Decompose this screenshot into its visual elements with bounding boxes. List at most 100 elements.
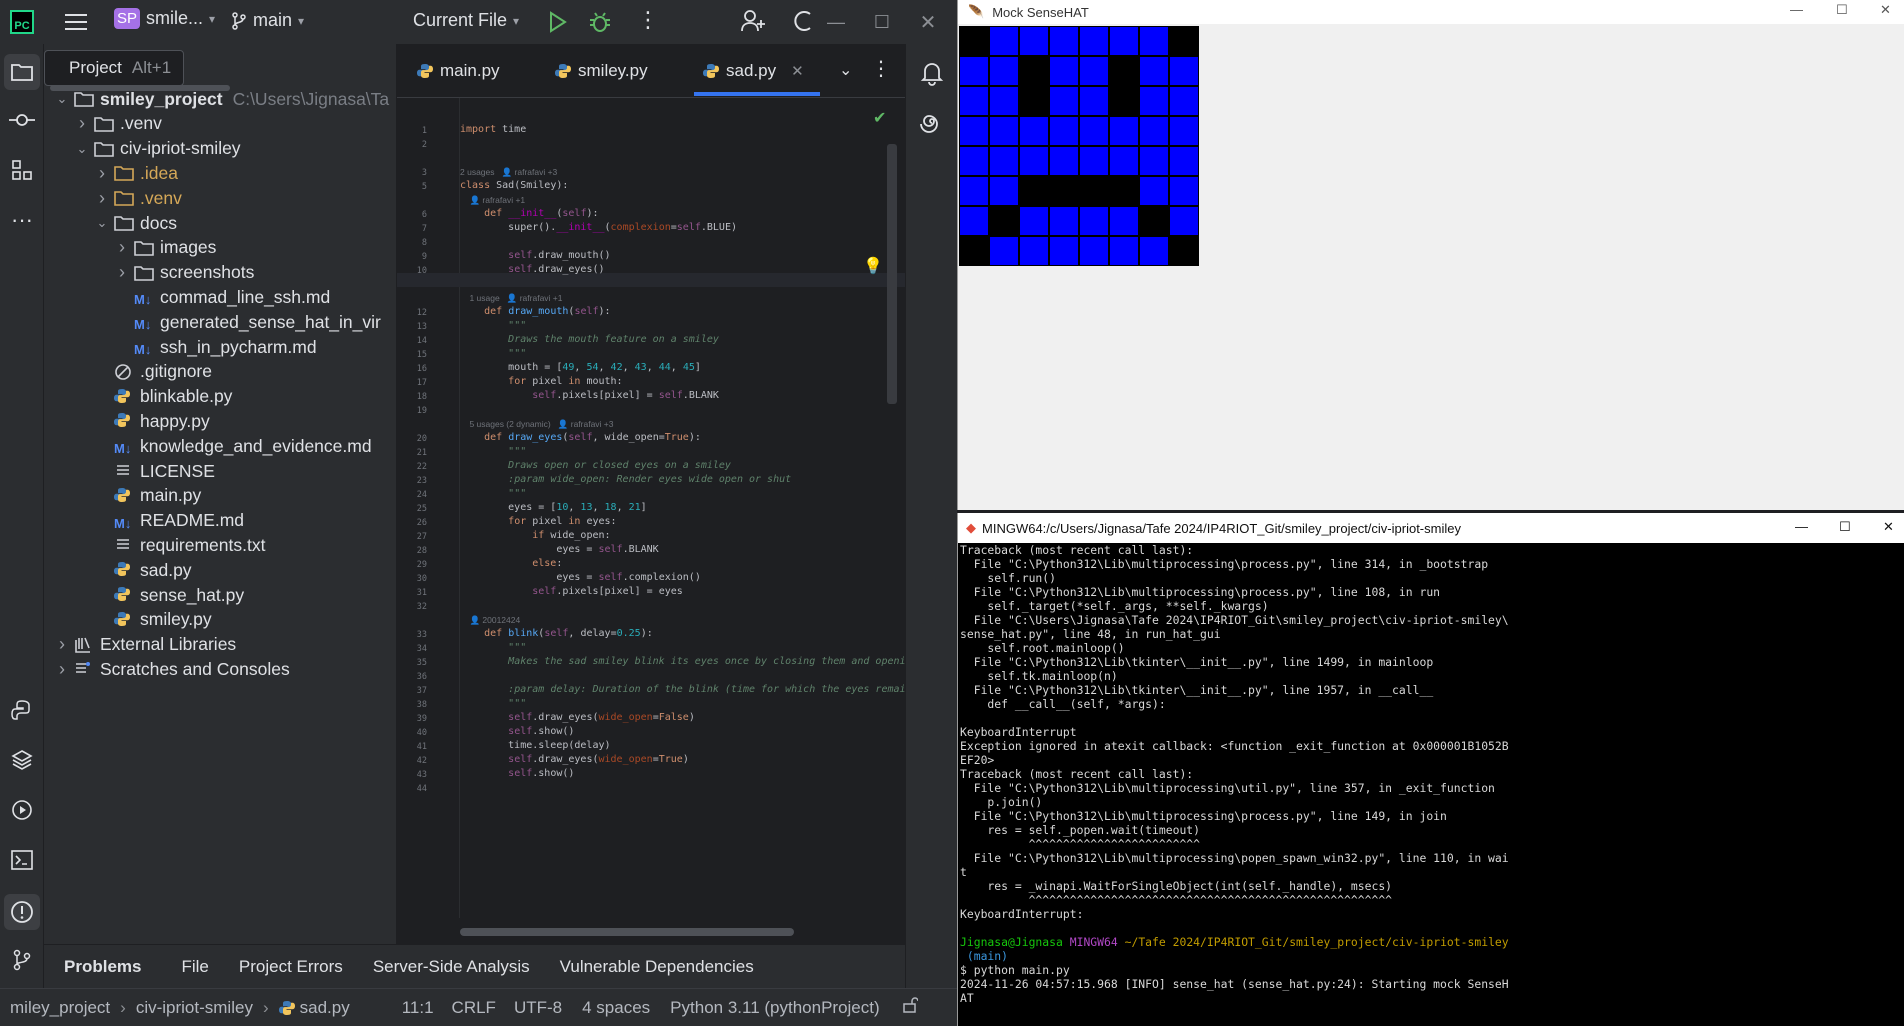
run-config-selector[interactable]: Current File ▾ bbox=[413, 10, 519, 31]
breadcrumb-file[interactable]: sad.py bbox=[300, 998, 350, 1018]
code-line: :param delay: Duration of the blink (tim… bbox=[508, 684, 905, 695]
tab-main-py[interactable]: main.py bbox=[417, 54, 500, 88]
led-pixel bbox=[1109, 86, 1139, 116]
add-user-icon[interactable] bbox=[740, 8, 766, 34]
maximize-button[interactable]: ☐ bbox=[1836, 2, 1848, 18]
tab-list-chevron-icon[interactable]: ⌄ bbox=[839, 60, 852, 80]
main-menu-icon[interactable] bbox=[63, 9, 89, 35]
ai-spiral-icon[interactable] bbox=[919, 110, 945, 136]
python-console-icon[interactable] bbox=[6, 694, 38, 726]
scratch-icon bbox=[74, 660, 94, 678]
terminal-line: self.tk.mainloop(n) bbox=[960, 669, 1118, 683]
window-title: Mock SenseHAT bbox=[992, 4, 1089, 20]
minimize-button[interactable]: — bbox=[813, 0, 859, 44]
led-pixel bbox=[1169, 176, 1199, 206]
git-icon[interactable] bbox=[6, 944, 38, 976]
more-actions-icon[interactable]: ⋮ bbox=[637, 8, 659, 32]
chevron-down-icon: ⌄ bbox=[96, 215, 108, 230]
python-file-icon bbox=[555, 63, 571, 79]
tree-item-label: smiley_project bbox=[100, 88, 223, 109]
debug-icon[interactable] bbox=[588, 10, 612, 34]
terminal-icon[interactable] bbox=[6, 844, 38, 876]
branch-switcher[interactable]: main ▾ bbox=[231, 10, 304, 31]
code-area[interactable]: import time 2 usages 👤 rafrafavi +3 class … bbox=[397, 98, 905, 918]
editor-horizontal-scrollbar[interactable] bbox=[460, 928, 794, 936]
tab-project-errors[interactable]: Project Errors bbox=[239, 957, 343, 977]
indent-setting[interactable]: 4 spaces bbox=[582, 998, 650, 1018]
active-tab-indicator bbox=[694, 92, 820, 96]
tab-sad-py[interactable]: sad.py ✕ bbox=[703, 54, 804, 88]
maximize-button[interactable]: ☐ bbox=[1839, 519, 1851, 535]
layers-icon[interactable] bbox=[6, 744, 38, 776]
code-line: time.sleep(delay) bbox=[460, 740, 611, 751]
read-only-lock-icon[interactable] bbox=[902, 997, 919, 1018]
tree-item-label: External Libraries bbox=[100, 634, 237, 655]
problems-toolbar: Problems File Project Errors Server-Side… bbox=[44, 944, 905, 988]
breadcrumb-project[interactable]: miley_project bbox=[10, 998, 110, 1018]
led-pixel bbox=[1079, 146, 1109, 176]
lightbulb-icon[interactable]: 💡 bbox=[863, 256, 883, 276]
led-pixel bbox=[989, 56, 1019, 86]
tab-smiley-py[interactable]: smiley.py bbox=[555, 54, 648, 88]
terminal-line: ^^^^^^^^^^^^^^^^^^^^^^^^^ bbox=[960, 837, 1201, 851]
commit-icon[interactable] bbox=[6, 104, 38, 136]
terminal-line: KeyboardInterrupt bbox=[960, 725, 1077, 739]
caret-position[interactable]: 11:1 bbox=[402, 998, 434, 1018]
led-pixel bbox=[1079, 206, 1109, 236]
project-switcher[interactable]: SP smile... ▾ bbox=[114, 8, 215, 29]
code-line: """ bbox=[508, 698, 527, 709]
folder-icon bbox=[74, 90, 94, 108]
led-pixel bbox=[989, 176, 1019, 206]
tab-more-icon[interactable]: ⋮ bbox=[871, 56, 891, 81]
tab-file[interactable]: File bbox=[181, 957, 208, 977]
led-pixel bbox=[1049, 236, 1079, 266]
usage-hint[interactable]: 2 usages 👤 rafrafavi +3 bbox=[460, 167, 557, 178]
terminal-output[interactable]: Traceback (most recent call last): File … bbox=[960, 543, 1900, 1026]
led-pixel bbox=[1169, 206, 1199, 236]
more-tools-icon[interactable]: ··· bbox=[6, 204, 38, 236]
close-button[interactable]: ✕ bbox=[1883, 519, 1894, 535]
usage-hint[interactable]: 5 usages (2 dynamic) 👤 rafrafavi +3 bbox=[460, 419, 613, 430]
led-pixel bbox=[1169, 26, 1199, 56]
close-button[interactable]: ✕ bbox=[1880, 2, 1891, 18]
code-line: :param wide_open: Render eyes wide open … bbox=[508, 474, 792, 485]
led-pixel bbox=[989, 86, 1019, 116]
python-interpreter[interactable]: Python 3.11 (pythonProject) bbox=[670, 998, 879, 1018]
traceback-lines: Traceback (most recent call last): File … bbox=[960, 543, 1900, 935]
close-button[interactable]: ✕ bbox=[905, 0, 951, 44]
folder-icon bbox=[134, 264, 154, 282]
structure-icon[interactable] bbox=[6, 154, 38, 186]
led-pixel bbox=[1109, 176, 1139, 206]
usage-hint[interactable]: 1 usage 👤 rafrafavi +1 bbox=[460, 293, 562, 304]
tab-server-side-analysis[interactable]: Server-Side Analysis bbox=[373, 957, 530, 977]
breadcrumb-folder[interactable]: civ-ipriot-smiley bbox=[136, 998, 253, 1018]
minimize-button[interactable]: — bbox=[1790, 2, 1803, 17]
led-pixel bbox=[1019, 56, 1049, 86]
problems-tool-icon[interactable] bbox=[4, 894, 40, 930]
gitignore-icon bbox=[114, 363, 134, 381]
project-tool-icon[interactable] bbox=[4, 54, 40, 90]
code-line: Makes the sad smiley blink its eyes once… bbox=[508, 656, 905, 667]
file-encoding[interactable]: UTF-8 bbox=[514, 998, 562, 1018]
led-pixel bbox=[989, 26, 1019, 56]
led-pixel bbox=[1079, 26, 1109, 56]
notifications-bell-icon[interactable] bbox=[919, 60, 945, 86]
minimize-button[interactable]: — bbox=[1795, 519, 1808, 534]
python-file-icon bbox=[114, 412, 134, 430]
tree-item-label: docs bbox=[140, 212, 177, 233]
tree-item[interactable]: › Scratches and Consoles bbox=[44, 654, 396, 684]
led-pixel bbox=[1139, 56, 1169, 86]
run-icon[interactable] bbox=[545, 10, 569, 34]
led-pixel bbox=[1019, 146, 1049, 176]
maximize-button[interactable]: ☐ bbox=[859, 0, 905, 44]
services-icon[interactable] bbox=[6, 794, 38, 826]
led-pixel bbox=[1079, 56, 1109, 86]
vertical-scrollbar[interactable] bbox=[887, 144, 897, 404]
tab-problems[interactable]: Problems bbox=[64, 957, 141, 977]
tab-vulnerable-dependencies[interactable]: Vulnerable Dependencies bbox=[560, 957, 754, 977]
line-separator[interactable]: CRLF bbox=[452, 998, 496, 1018]
close-tab-icon[interactable]: ✕ bbox=[791, 62, 804, 80]
usage-hint[interactable]: 👤 rafrafavi +1 bbox=[460, 195, 525, 206]
usage-hint[interactable]: 👤 20012424 bbox=[460, 615, 520, 626]
